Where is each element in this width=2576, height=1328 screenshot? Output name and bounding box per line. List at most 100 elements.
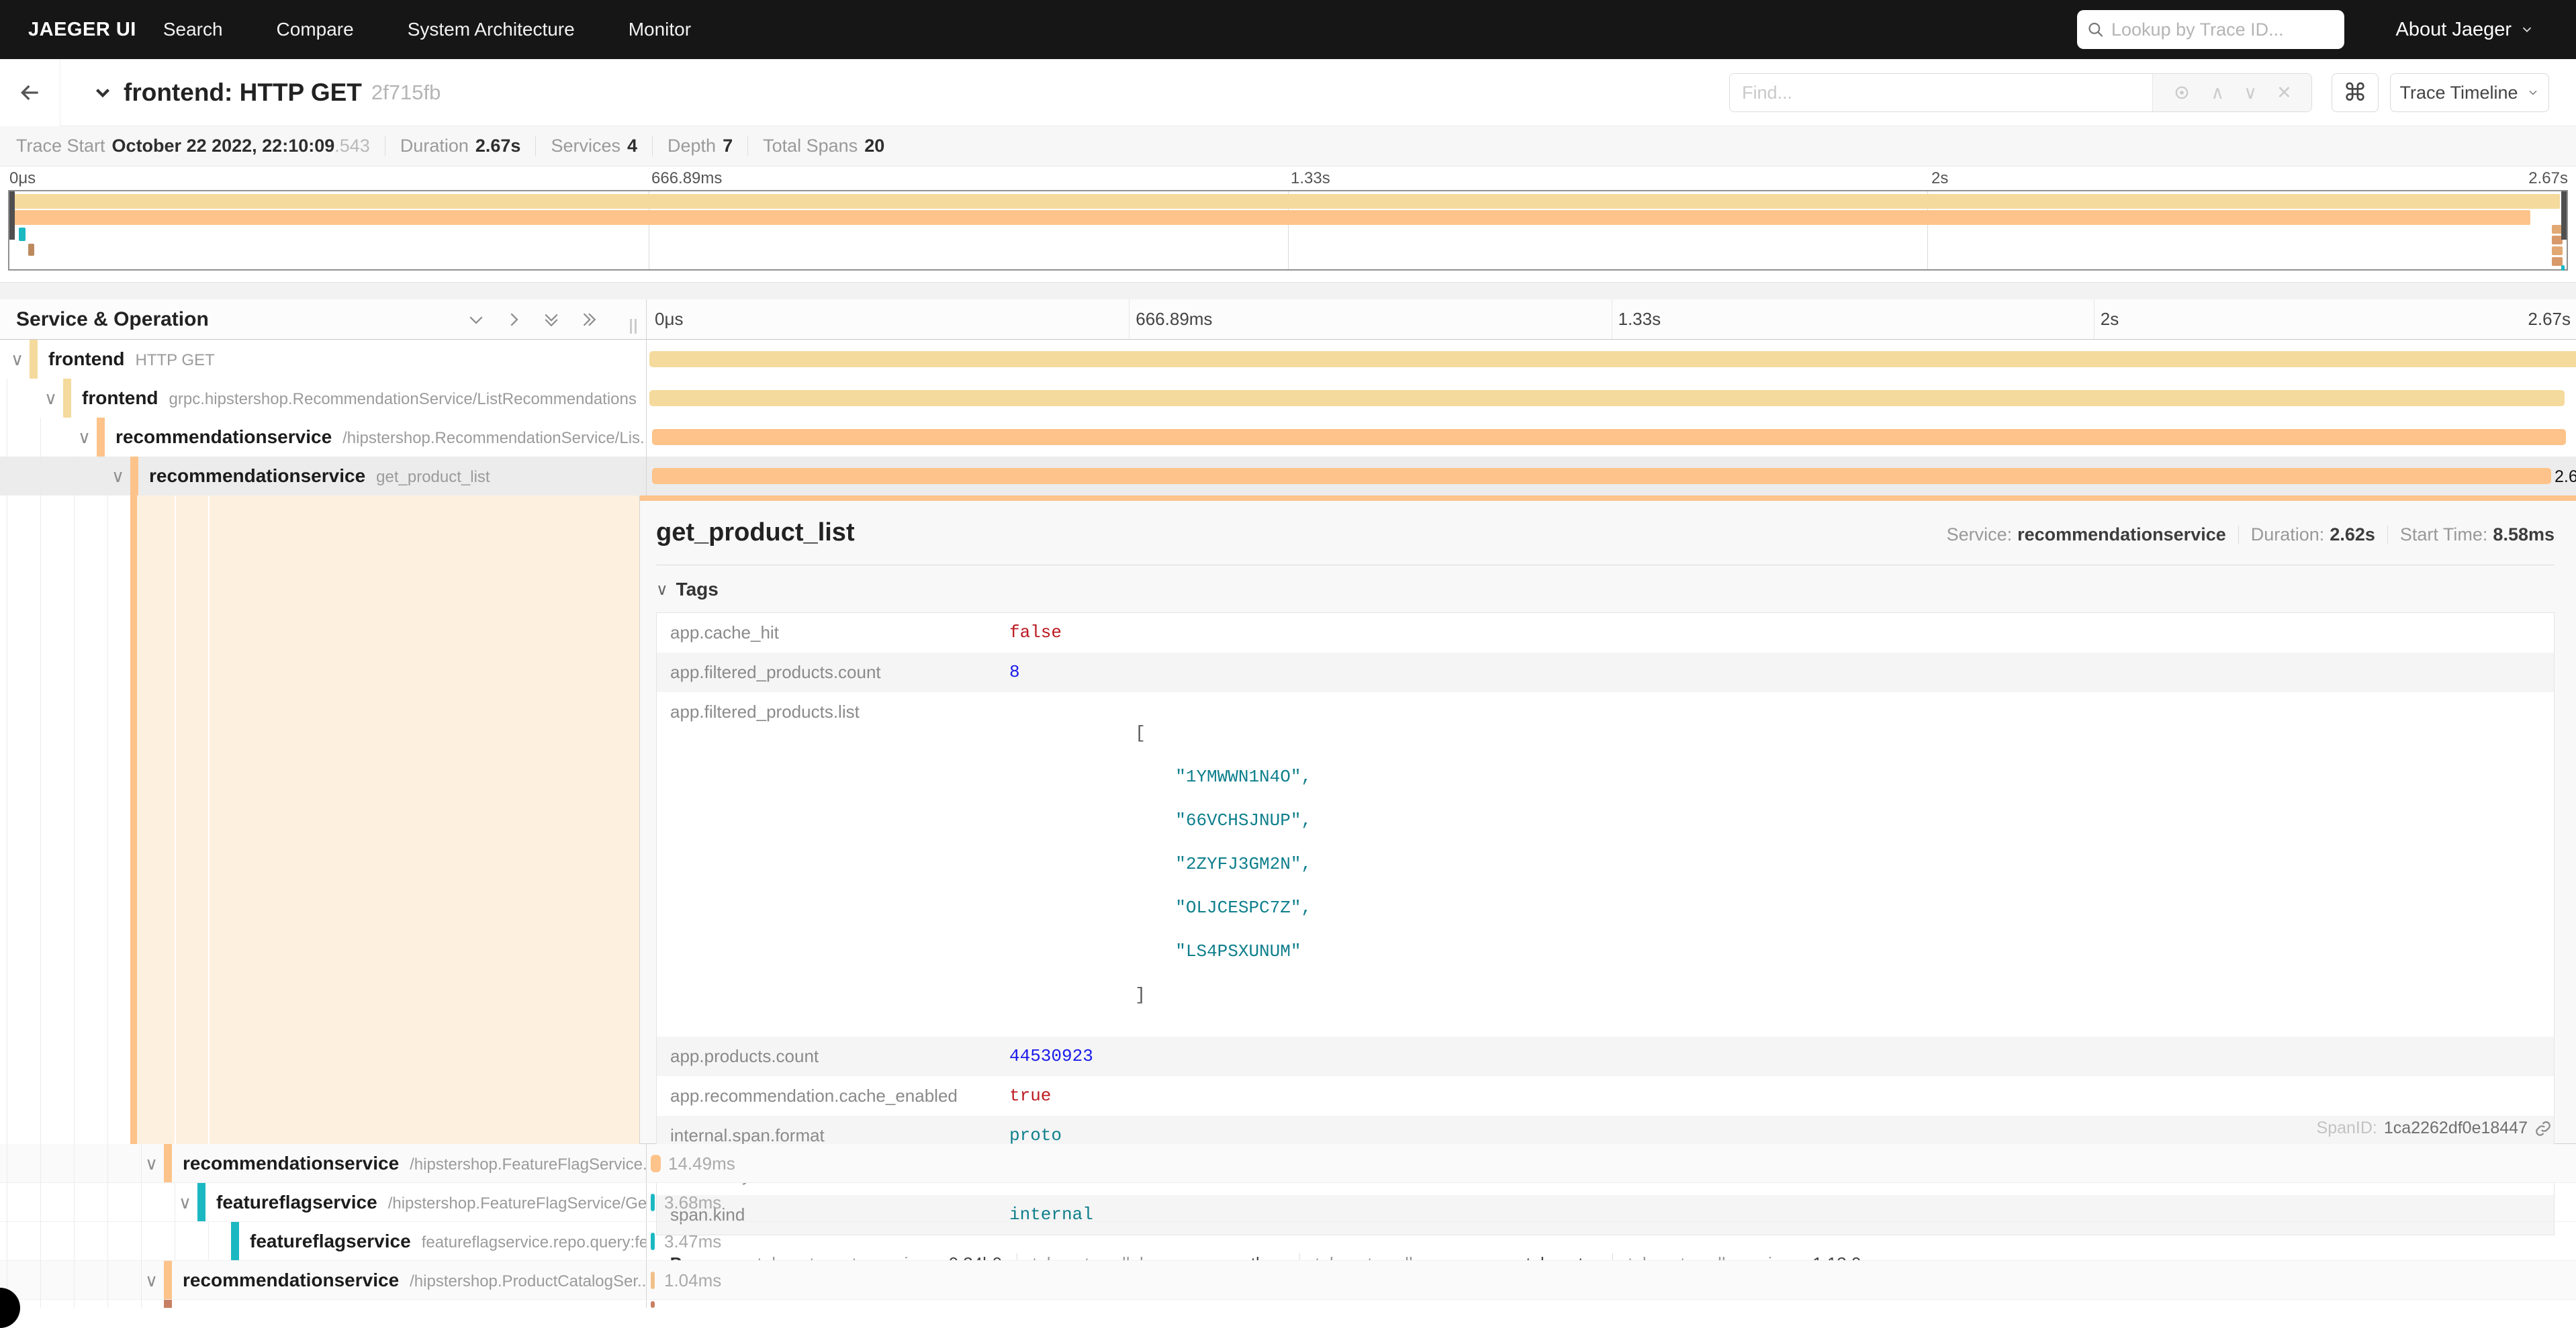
span-service: featureflagservice [250, 1231, 411, 1251]
span-service: recommendationservice [183, 1153, 399, 1174]
arrow-left-icon [17, 79, 44, 106]
timeline-tick-0: 0μs [655, 309, 683, 330]
span-bar[interactable] [652, 429, 2566, 445]
minimap-span-bar [2552, 257, 2563, 266]
trace-id-search-input[interactable] [2111, 19, 2335, 40]
find-next-icon[interactable]: ∨ [2244, 83, 2257, 103]
trace-view-select[interactable]: Trace Timeline [2390, 73, 2549, 112]
minimap-right-handle[interactable] [2561, 191, 2567, 240]
span-row-partial[interactable] [0, 1300, 2576, 1308]
app-brand[interactable]: JAEGER UI [28, 19, 136, 41]
chevron-down-icon[interactable]: ∨ [44, 388, 57, 409]
minimap-span-bar [2552, 246, 2563, 255]
collapse-trace-toggle[interactable] [91, 81, 114, 104]
chevron-down-icon[interactable]: ∨ [179, 1192, 191, 1213]
minimap-canvas[interactable] [8, 190, 2568, 271]
tag-row: app.products.count 44530923 [657, 1037, 2554, 1076]
chevron-down-icon[interactable]: ∨ [145, 1270, 158, 1291]
span-row-productcatalog-grpc[interactable]: ∨ recommendationservice/hipstershop.Prod… [0, 1261, 2576, 1300]
timeline-tick-3: 2s [2101, 309, 2119, 330]
span-bar[interactable] [651, 1272, 655, 1289]
nav-item-monitor[interactable]: Monitor [602, 0, 718, 59]
service-operation-header: Service & Operation [0, 299, 647, 339]
span-bar[interactable] [652, 468, 2551, 484]
top-nav: JAEGER UI Search Compare System Architec… [0, 0, 2576, 59]
nav-item-search[interactable]: Search [136, 0, 250, 59]
minimap-gap [0, 282, 2576, 299]
detail-duration-label: Duration: [2251, 524, 2325, 545]
trace-start-label: Trace Start [16, 136, 105, 156]
span-service: featureflagservice [216, 1192, 377, 1213]
chevron-down-icon[interactable]: ∨ [78, 427, 91, 448]
span-bar[interactable] [651, 1194, 655, 1211]
chevron-down-icon[interactable]: ∨ [111, 466, 124, 487]
trace-id-search[interactable] [2077, 10, 2344, 49]
nav-item-compare[interactable]: Compare [250, 0, 381, 59]
span-operation: /hipstershop.FeatureFlagService/Ge... [388, 1194, 647, 1213]
about-jaeger-label: About Jaeger [2395, 19, 2512, 41]
keyboard-shortcuts-button[interactable]: ⌘ [2332, 73, 2379, 112]
minimap-left-handle[interactable] [9, 191, 15, 240]
tag-value: 8 [1003, 653, 1027, 692]
minimap-tick-4: 2.67s [2528, 169, 2568, 188]
span-duration-label: 1.04ms [664, 1270, 721, 1291]
span-bar[interactable] [651, 1155, 661, 1172]
collapse-all-icon[interactable] [541, 310, 561, 330]
span-bar[interactable] [651, 1301, 655, 1308]
timeline-tick-2: 1.33s [1618, 309, 1661, 330]
span-service: recommendationservice [183, 1270, 399, 1290]
locate-icon[interactable] [2172, 83, 2191, 102]
span-rows-bottom: ∨ recommendationservice/hipstershop.Feat… [0, 1144, 2576, 1308]
tag-key: app.products.count [657, 1037, 1003, 1076]
find-prev-icon[interactable]: ∧ [2211, 83, 2224, 103]
minimap-span-bar [19, 228, 26, 241]
span-row-get-product-list[interactable]: ∨ recommendationserviceget_product_list … [0, 457, 2576, 495]
span-bar[interactable] [651, 1233, 655, 1250]
back-button[interactable] [0, 59, 60, 126]
tags-section-toggle[interactable]: ∨ Tags [656, 579, 2555, 600]
span-duration-label: 3.47ms [664, 1231, 721, 1252]
span-row-recommendation-grpc[interactable]: ∨ recommendationservice/hipstershop.Reco… [0, 418, 2576, 457]
span-bar[interactable] [649, 351, 2576, 367]
minimap-span-bar [2561, 265, 2565, 271]
span-row-featureflag-ge[interactable]: ∨ featureflagservice/hipstershop.Feature… [0, 1183, 2576, 1222]
tag-key: app.filtered_products.list [657, 692, 1003, 1037]
span-row-featureflag-repo-query[interactable]: featureflagservice featureflagservice.rep… [0, 1222, 2576, 1261]
page-title: frontend: HTTP GET [124, 79, 362, 107]
trace-id-short: 2f715fb [371, 81, 441, 105]
span-row-frontend-grpc[interactable]: ∨ frontendgrpc.hipstershop.Recommendatio… [0, 379, 2576, 418]
find-clear-icon[interactable]: ✕ [2276, 83, 2292, 103]
column-resize-grip[interactable] [630, 319, 637, 334]
span-detail-panel: get_product_list Service: recommendation… [640, 495, 2576, 1144]
search-icon [2086, 19, 2105, 40]
service-operation-title: Service & Operation [16, 308, 209, 331]
tag-value: false [1003, 613, 1068, 653]
expand-one-icon[interactable] [504, 310, 524, 330]
span-bar[interactable] [649, 390, 2565, 406]
chevron-down-icon [2520, 22, 2534, 37]
span-operation: /hipstershop.FeatureFlagService... [410, 1155, 647, 1174]
span-operation: featureflagservice.repo.query:fe... [422, 1233, 647, 1251]
total-spans-label: Total Spans [763, 136, 858, 156]
minimap-tick-3: 2s [1931, 169, 1948, 188]
chevron-down-icon[interactable]: ∨ [11, 349, 24, 370]
expand-all-icon[interactable] [579, 310, 599, 330]
span-duration-label: 14.49ms [668, 1153, 735, 1174]
link-icon[interactable] [2534, 1120, 2552, 1137]
span-row-featureflag-grpc[interactable]: ∨ recommendationservice/hipstershop.Feat… [0, 1144, 2576, 1183]
depth-label: Depth [668, 136, 716, 156]
chevron-down-icon[interactable]: ∨ [145, 1153, 158, 1174]
find-input[interactable] [1730, 74, 2152, 111]
span-id-label: SpanID: [2317, 1119, 2377, 1138]
minimap-tick-2: 1.33s [1291, 169, 1330, 188]
detail-left-gutter [0, 495, 640, 1144]
span-service: recommendationservice [149, 465, 365, 486]
nav-item-system-architecture[interactable]: System Architecture [381, 0, 602, 59]
services-label: Services [551, 136, 620, 156]
collapse-one-icon[interactable] [466, 310, 486, 330]
detail-service-label: Service: [1947, 524, 2013, 545]
span-row-frontend-http-get[interactable]: ∨ frontendHTTP GET [0, 340, 2576, 379]
span-operation: grpc.hipstershop.RecommendationService/L… [169, 390, 637, 408]
about-jaeger-menu[interactable]: About Jaeger [2395, 0, 2534, 59]
timeline-ticks-header: 0μs 666.89ms 1.33s 2s 2.67s [647, 299, 2576, 339]
